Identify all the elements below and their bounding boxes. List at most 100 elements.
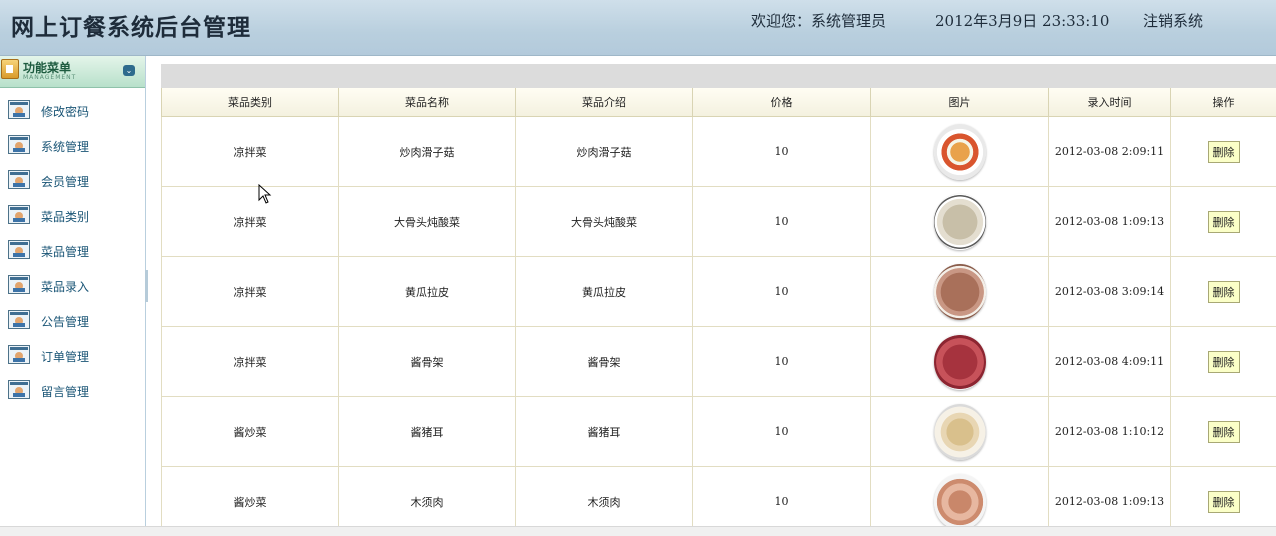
cell-intro: 酱猪耳 <box>516 397 693 467</box>
delete-button[interactable]: 删除 <box>1208 281 1240 303</box>
cell-action: 删除 <box>1171 467 1276 536</box>
cell-category: 酱炒菜 <box>162 467 339 536</box>
sidebar-item-change-password[interactable]: 修改密码 <box>8 98 138 122</box>
cell-intro: 木须肉 <box>516 467 693 536</box>
cell-price: 10 <box>693 327 871 397</box>
sidebar-item-label: 订单管理 <box>41 348 89 365</box>
column-header-price[interactable]: 价格 <box>693 88 871 117</box>
dish-photo <box>934 334 986 390</box>
main-content: 菜品类别 菜品名称 菜品介绍 价格 图片 录入时间 操作 凉拌菜 炒肉滑子菇 炒… <box>161 64 1276 535</box>
column-header-time[interactable]: 录入时间 <box>1049 88 1171 117</box>
table-row: 凉拌菜 黄瓜拉皮 黄瓜拉皮 10 2012-03-08 3:09:14 删除 <box>162 257 1276 327</box>
sidebar-item-dish-categories[interactable]: 菜品类别 <box>8 203 138 227</box>
cell-intro: 大骨头炖酸菜 <box>516 187 693 257</box>
sidebar-item-dish-entry[interactable]: 菜品录入 <box>8 273 138 297</box>
user-card-icon <box>8 275 30 294</box>
delete-button[interactable]: 删除 <box>1208 141 1240 163</box>
sidebar-item-label: 菜品录入 <box>41 278 89 295</box>
user-card-icon <box>8 310 30 329</box>
table-row: 酱炒菜 木须肉 木须肉 10 2012-03-08 1:09:13 删除 <box>162 467 1276 536</box>
cell-name: 大骨头炖酸菜 <box>339 187 516 257</box>
user-card-icon <box>8 205 30 224</box>
user-card-icon <box>8 170 30 189</box>
user-card-icon <box>8 345 30 364</box>
cell-price: 10 <box>693 257 871 327</box>
cell-category: 凉拌菜 <box>162 187 339 257</box>
app-title: 网上订餐系统后台管理 <box>11 8 251 42</box>
mouse-cursor-icon <box>258 184 272 204</box>
table-row: 酱炒菜 酱猪耳 酱猪耳 10 2012-03-08 1:10:12 删除 <box>162 397 1276 467</box>
cell-category: 凉拌菜 <box>162 257 339 327</box>
sidebar-item-label: 菜品类别 <box>41 208 89 225</box>
sidebar-item-label: 修改密码 <box>41 103 89 120</box>
sidebar-item-announcements[interactable]: 公告管理 <box>8 308 138 332</box>
table-row: 凉拌菜 大骨头炖酸菜 大骨头炖酸菜 10 2012-03-08 1:09:13 … <box>162 187 1276 257</box>
delete-button[interactable]: 删除 <box>1208 491 1240 513</box>
cell-name: 酱骨架 <box>339 327 516 397</box>
sidebar-item-system[interactable]: 系统管理 <box>8 133 138 157</box>
menu-subtitle: MANAGEMENT <box>23 74 76 81</box>
column-header-image[interactable]: 图片 <box>871 88 1049 117</box>
sidebar-item-label: 留言管理 <box>41 383 89 400</box>
cell-time: 2012-03-08 1:09:13 <box>1049 187 1171 257</box>
delete-button[interactable]: 删除 <box>1208 211 1240 233</box>
sidebar-splitter[interactable] <box>145 270 148 302</box>
cell-time: 2012-03-08 1:10:12 <box>1049 397 1171 467</box>
column-header-category[interactable]: 菜品类别 <box>162 88 339 117</box>
sidebar-item-members[interactable]: 会员管理 <box>8 168 138 192</box>
cell-time: 2012-03-08 1:09:13 <box>1049 467 1171 536</box>
cell-image <box>871 187 1049 257</box>
sidebar-item-label: 系统管理 <box>41 138 89 155</box>
delete-button[interactable]: 删除 <box>1208 421 1240 443</box>
cell-name: 炒肉滑子菇 <box>339 117 516 187</box>
table-header-row: 菜品类别 菜品名称 菜品介绍 价格 图片 录入时间 操作 <box>162 88 1276 117</box>
cell-price: 10 <box>693 117 871 187</box>
dish-photo <box>934 194 986 250</box>
cell-name: 黄瓜拉皮 <box>339 257 516 327</box>
sidebar-item-label: 公告管理 <box>41 313 89 330</box>
cell-image <box>871 327 1049 397</box>
sidebar-item-dish-management[interactable]: 菜品管理 <box>8 238 138 262</box>
cell-time: 2012-03-08 4:09:11 <box>1049 327 1171 397</box>
cell-image <box>871 397 1049 467</box>
user-card-icon <box>8 240 30 259</box>
cell-action: 删除 <box>1171 397 1276 467</box>
cell-category: 凉拌菜 <box>162 327 339 397</box>
user-card-icon <box>8 135 30 154</box>
cell-time: 2012-03-08 3:09:14 <box>1049 257 1171 327</box>
user-card-icon <box>8 380 30 399</box>
cell-category: 凉拌菜 <box>162 117 339 187</box>
dish-table: 菜品类别 菜品名称 菜品介绍 价格 图片 录入时间 操作 凉拌菜 炒肉滑子菇 炒… <box>161 88 1276 535</box>
cell-image <box>871 117 1049 187</box>
dish-photo <box>934 124 986 180</box>
dish-photo <box>934 474 986 530</box>
cell-price: 10 <box>693 467 871 536</box>
cell-image <box>871 467 1049 536</box>
app-header: 网上订餐系统后台管理 欢迎您：系统管理员 2012年3月9日 23:33:10 … <box>0 0 1276 56</box>
delete-button[interactable]: 删除 <box>1208 351 1240 373</box>
cell-time: 2012-03-08 2:09:11 <box>1049 117 1171 187</box>
sidebar-item-label: 会员管理 <box>41 173 89 190</box>
welcome-text: 欢迎您：系统管理员 <box>751 10 886 31</box>
column-header-name[interactable]: 菜品名称 <box>339 88 516 117</box>
sidebar-item-orders[interactable]: 订单管理 <box>8 343 138 367</box>
table-row: 凉拌菜 酱骨架 酱骨架 10 2012-03-08 4:09:11 删除 <box>162 327 1276 397</box>
menu-header: 功能菜单 MANAGEMENT ⌄ <box>0 56 145 88</box>
dish-photo <box>934 404 986 460</box>
collapse-menu-button[interactable]: ⌄ <box>123 65 135 76</box>
cell-category: 酱炒菜 <box>162 397 339 467</box>
cell-name: 酱猪耳 <box>339 397 516 467</box>
table-row: 凉拌菜 炒肉滑子菇 炒肉滑子菇 10 2012-03-08 2:09:11 删除 <box>162 117 1276 187</box>
cell-action: 删除 <box>1171 187 1276 257</box>
cell-action: 删除 <box>1171 117 1276 187</box>
column-header-intro[interactable]: 菜品介绍 <box>516 88 693 117</box>
home-icon <box>1 59 19 79</box>
column-header-action[interactable]: 操作 <box>1171 88 1276 117</box>
cell-name: 木须肉 <box>339 467 516 536</box>
sidebar-item-messages[interactable]: 留言管理 <box>8 378 138 402</box>
cell-price: 10 <box>693 187 871 257</box>
cell-action: 删除 <box>1171 257 1276 327</box>
cell-image <box>871 257 1049 327</box>
logout-link[interactable]: 注销系统 <box>1143 10 1203 31</box>
cell-intro: 黄瓜拉皮 <box>516 257 693 327</box>
